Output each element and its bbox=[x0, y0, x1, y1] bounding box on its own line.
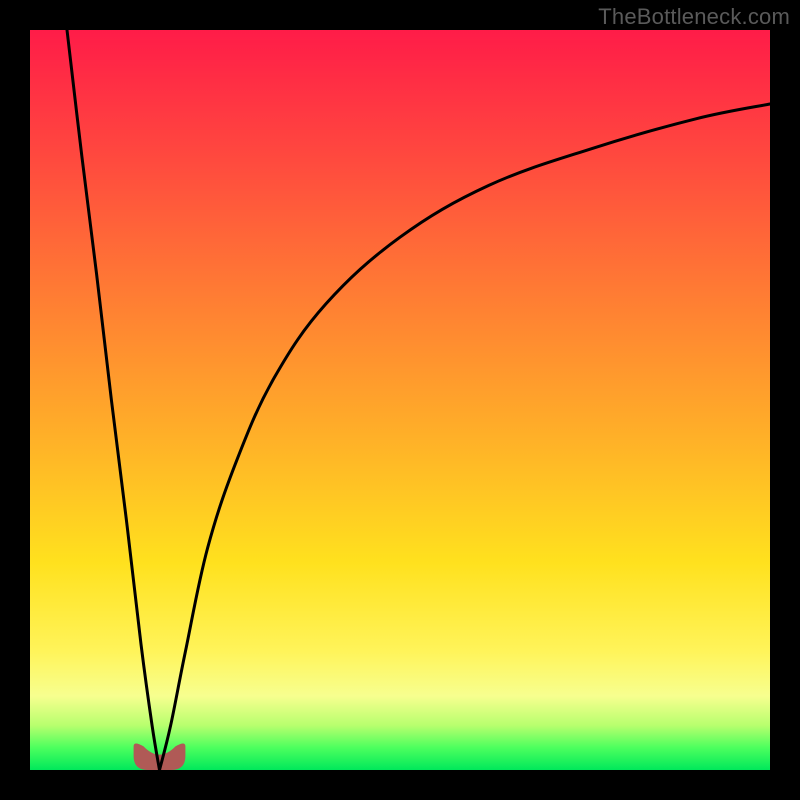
curve-svg bbox=[30, 30, 770, 770]
curve-right-branch bbox=[160, 104, 771, 770]
curve-left-branch bbox=[67, 30, 160, 770]
watermark-text: TheBottleneck.com bbox=[598, 4, 790, 30]
chart-frame: TheBottleneck.com bbox=[0, 0, 800, 800]
plot-area bbox=[30, 30, 770, 770]
